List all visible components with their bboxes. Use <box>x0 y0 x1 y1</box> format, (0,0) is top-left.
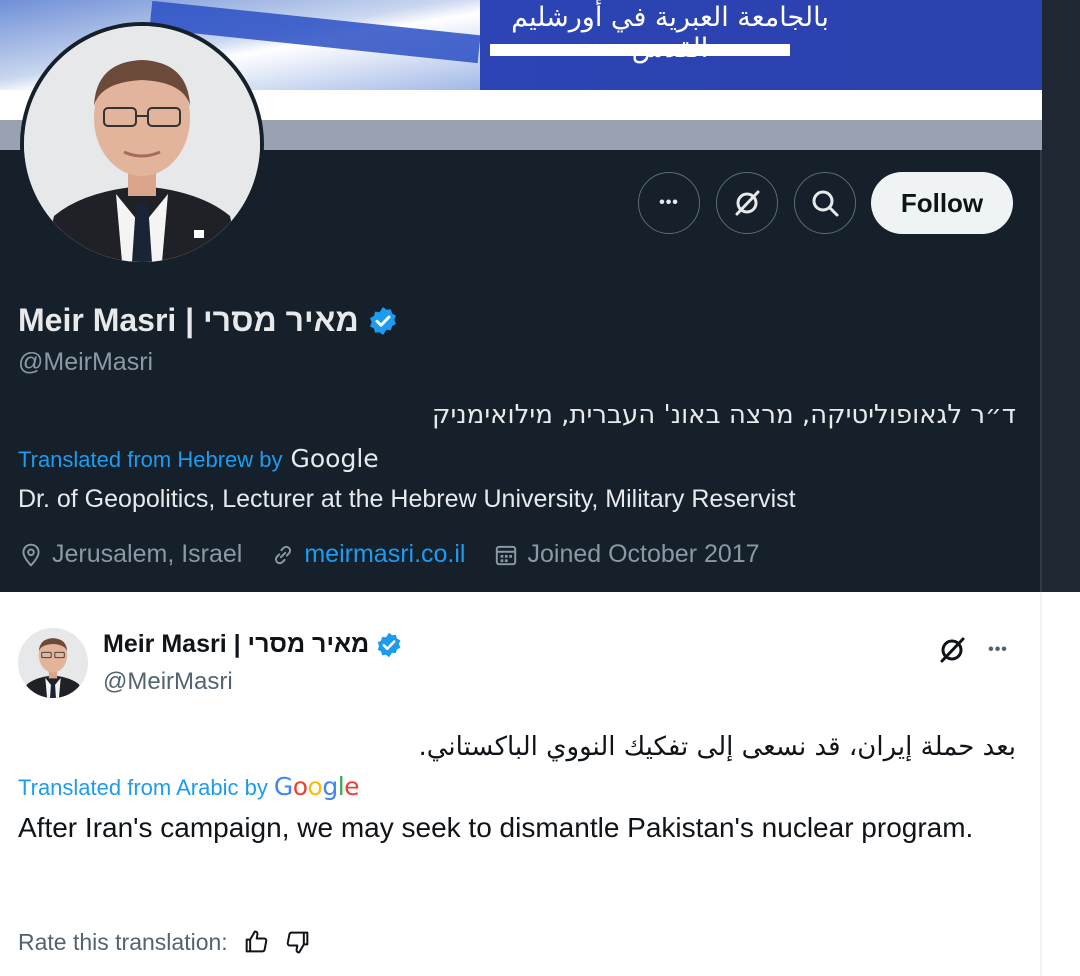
thumbs-down-icon <box>286 931 308 954</box>
avatar-portrait-icon <box>18 628 88 698</box>
google-letter: g <box>322 772 338 801</box>
search-profile-button[interactable] <box>794 172 856 234</box>
profile-bio-translated: Dr. of Geopolitics, Lecturer at the Hebr… <box>18 485 796 513</box>
verified-badge-icon[interactable] <box>367 305 399 337</box>
bio-translation-attribution: Translated from Hebrew by Google <box>18 444 379 473</box>
grok-icon <box>735 190 760 216</box>
google-letter: o <box>292 772 308 801</box>
tweet-text-original: بعد حملة إيران، قد نسعى إلى تفكيك النووي… <box>418 732 1016 762</box>
avatar-portrait-icon <box>24 26 260 262</box>
translated-from-link[interactable]: Translated from Hebrew by <box>18 447 283 473</box>
avatar-photo <box>24 26 260 262</box>
profile-joined: Joined October 2017 <box>493 540 760 569</box>
location-pin-icon <box>22 543 40 567</box>
tweet-author-name[interactable]: Meir Masri | מאיר מסרי <box>103 630 369 659</box>
profile-avatar[interactable] <box>20 22 264 266</box>
rate-translation-row: Rate this translation: <box>18 928 312 956</box>
google-letter: e <box>344 772 360 801</box>
more-icon: ••• <box>659 194 679 211</box>
profile-meta-row: Jerusalem, Israel meirmasri.co.il Joined… <box>18 540 788 569</box>
google-logo: Google <box>273 772 360 801</box>
profile-location: Jerusalem, Israel <box>18 540 242 569</box>
rate-translation-label: Rate this translation: <box>18 928 228 955</box>
grok-icon <box>940 637 965 663</box>
website-link[interactable]: meirmasri.co.il <box>304 540 465 569</box>
tweet-grok-button[interactable] <box>932 630 972 670</box>
google-letter: o <box>307 772 323 801</box>
tweet-translation-attribution: Translated from Arabic by Google <box>18 772 360 801</box>
profile-website[interactable]: meirmasri.co.il <box>270 540 465 569</box>
joined-text: Joined October 2017 <box>527 540 760 568</box>
profile-handle: @MeirMasri <box>18 348 154 376</box>
profile-display-name-row: Meir Masri | מאיר מסרי <box>18 302 399 339</box>
profile-header: بالجامعة العبرية في أورشليم القدس • <box>0 0 1080 592</box>
more-icon: ••• <box>988 641 1008 658</box>
location-text: Jerusalem, Israel <box>52 540 243 568</box>
tweet-right-border <box>1040 592 1042 976</box>
thumbs-up-icon <box>245 930 267 953</box>
grok-button[interactable] <box>716 172 778 234</box>
verified-badge-icon[interactable] <box>375 631 403 659</box>
tweet-card[interactable]: Meir Masri | מאיר מסרי @MeirMasri ••• بع… <box>0 592 1080 976</box>
calendar-icon <box>496 545 517 565</box>
follow-button[interactable]: Follow <box>871 172 1013 234</box>
profile-bio-original: ד״ר לגאופוליטיקה, מרצה באונ' העברית, מיל… <box>432 400 1016 430</box>
google-letter: G <box>273 772 293 801</box>
tweet-author-avatar[interactable] <box>18 628 88 698</box>
tweet-author-handle[interactable]: @MeirMasri <box>103 668 233 696</box>
search-icon <box>812 190 839 217</box>
translated-from-link[interactable]: Translated from Arabic by <box>18 775 268 801</box>
link-icon <box>275 545 292 564</box>
banner-white-bar <box>490 44 790 56</box>
tweet-text-translated: After Iran's campaign, we may seek to di… <box>18 812 974 843</box>
tweet-more-button[interactable]: ••• <box>978 630 1018 670</box>
thumbs-up-button[interactable] <box>242 928 270 956</box>
page-edge <box>1042 0 1080 592</box>
thumbs-down-button[interactable] <box>284 928 312 956</box>
profile-display-name: Meir Masri | מאיר מסרי <box>18 302 359 338</box>
google-logo: Google <box>290 444 379 473</box>
tweet-author-name-row[interactable]: Meir Masri | מאיר מסרי <box>103 630 403 659</box>
more-options-button[interactable]: ••• <box>638 172 700 234</box>
